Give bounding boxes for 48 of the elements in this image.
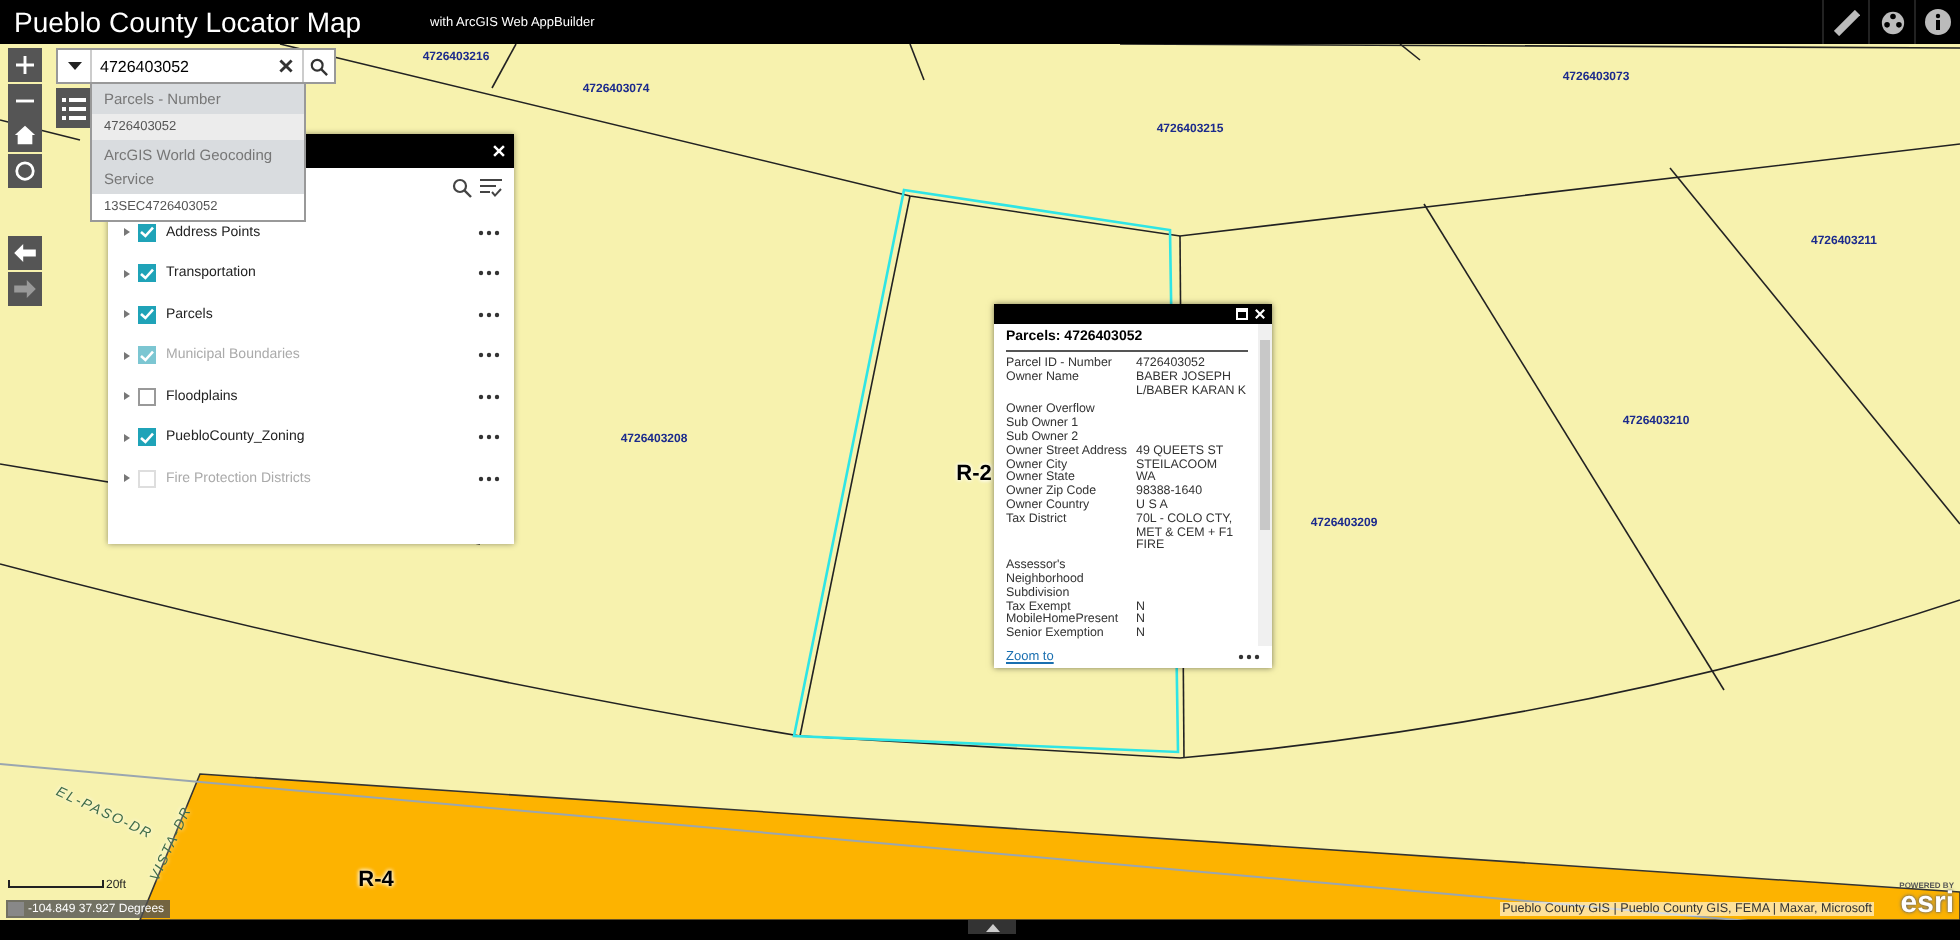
locate-button[interactable] (8, 154, 42, 188)
layer-checkbox[interactable] (138, 428, 156, 447)
expand-caret-icon[interactable] (124, 228, 130, 237)
filter-list-icon[interactable] (480, 178, 502, 198)
expand-caret-icon[interactable] (124, 269, 130, 278)
scale-bar (8, 880, 104, 888)
layer-checkbox[interactable] (138, 387, 156, 406)
more-icon[interactable] (478, 475, 500, 482)
right-arrow-icon (14, 280, 36, 298)
coordinate-toggle-button[interactable] (8, 902, 24, 916)
search-icon (310, 57, 328, 75)
more-icon[interactable] (478, 270, 500, 277)
search-icon[interactable] (452, 178, 472, 198)
circle-icon (14, 160, 36, 182)
layer-checkbox[interactable] (138, 223, 156, 242)
zoom-in-button[interactable] (8, 48, 42, 82)
more-icon[interactable] (478, 311, 500, 318)
zoning-label: R-2 (956, 462, 992, 486)
plus-icon (16, 56, 34, 74)
more-icon[interactable] (478, 352, 500, 359)
left-arrow-icon (14, 244, 36, 262)
app-title: Pueblo County Locator Map (14, 6, 364, 38)
more-icon[interactable] (1238, 654, 1260, 660)
close-icon[interactable] (492, 144, 506, 158)
search-button[interactable] (302, 50, 334, 82)
more-icon[interactable] (478, 393, 500, 400)
zoning-label: R-4 (358, 868, 394, 892)
list-icon (62, 97, 86, 119)
expand-caret-icon[interactable] (124, 351, 130, 360)
back-button[interactable] (8, 236, 42, 270)
expand-caret-icon[interactable] (124, 474, 130, 483)
more-icon[interactable] (478, 229, 500, 236)
zoom-out-button[interactable] (8, 84, 42, 118)
caret-icon (67, 62, 81, 70)
home-button[interactable] (8, 118, 42, 152)
search-bar[interactable]: 4726403052 (56, 48, 336, 84)
clear-icon[interactable] (278, 58, 294, 74)
home-icon (14, 124, 36, 146)
more-icon[interactable] (478, 434, 500, 441)
expand-caret-icon[interactable] (124, 310, 130, 319)
close-icon[interactable] (1254, 308, 1266, 320)
maximize-icon[interactable] (1236, 308, 1248, 320)
layer-checkbox[interactable] (138, 305, 156, 324)
panel-handle[interactable] (968, 920, 1016, 934)
expand-caret-icon[interactable] (124, 433, 130, 442)
expand-caret-icon[interactable] (124, 392, 130, 401)
layer-list-button[interactable] (56, 88, 92, 128)
layer-checkbox[interactable] (138, 264, 156, 283)
